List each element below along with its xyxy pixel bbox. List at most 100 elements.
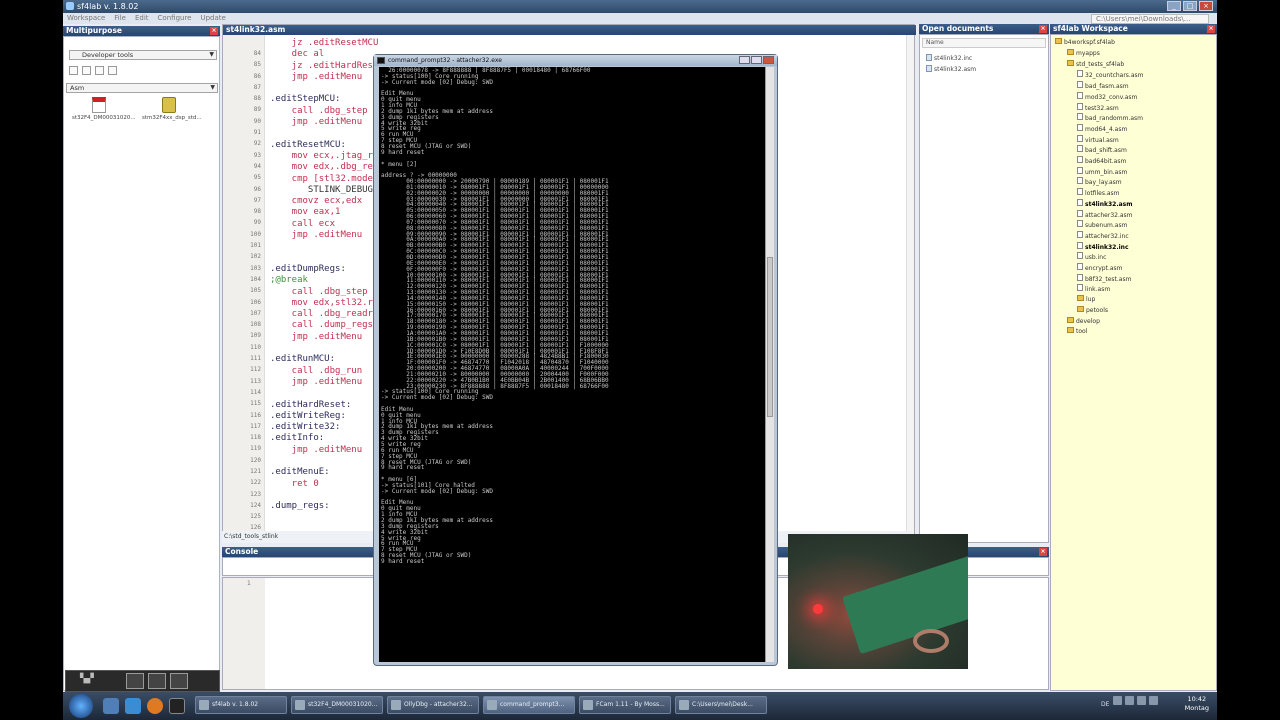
firefox-icon[interactable] xyxy=(147,698,163,714)
clock[interactable]: 10:42 Montag xyxy=(1185,695,1209,713)
tree-folder[interactable]: develop xyxy=(1067,316,1100,326)
tray-icon[interactable] xyxy=(1125,696,1134,705)
taskbar-button-label: sf4lab v. 1.8.02 xyxy=(212,701,259,708)
tree-file[interactable]: subenum.asm xyxy=(1077,220,1127,230)
tree-folder[interactable]: std_tests_sf4lab xyxy=(1067,59,1124,69)
terminal-output[interactable]: 26:00000078 -> 8F888888 | 8F8887F5 | 000… xyxy=(379,67,765,662)
taskbar-button-label: FCam 1.11 - By Moss... xyxy=(596,701,665,708)
tree-file[interactable]: st4link32.asm xyxy=(1077,198,1133,209)
volume-icon[interactable] xyxy=(1137,696,1146,705)
menu-workspace[interactable]: Workspace xyxy=(67,13,105,24)
tool-icon[interactable] xyxy=(82,66,91,75)
menu-configure[interactable]: Configure xyxy=(158,13,192,24)
tree-file[interactable]: attacher32.inc xyxy=(1077,230,1129,241)
tree-file[interactable]: 32_countchars.asm xyxy=(1077,70,1144,80)
thumbnail[interactable] xyxy=(170,673,188,689)
tool-icon[interactable] xyxy=(95,66,104,75)
tree-file[interactable]: bad_randomm.asm xyxy=(1077,113,1143,123)
tree-folder[interactable]: myapps xyxy=(1067,49,1100,58)
tree-file[interactable]: virtual.asm xyxy=(1077,134,1119,145)
tree-file[interactable]: bay_lay.asm xyxy=(1077,177,1122,187)
menu-edit[interactable]: Edit xyxy=(135,13,149,24)
tree-root[interactable]: b4workspf.sf4lab xyxy=(1055,38,1115,47)
tool-icon[interactable] xyxy=(108,66,117,75)
minimize-button[interactable] xyxy=(739,56,750,64)
close-button[interactable]: × xyxy=(1199,1,1213,11)
close-icon[interactable]: × xyxy=(1039,25,1047,33)
terminal-scrollbar[interactable] xyxy=(765,67,774,662)
thumbnail[interactable] xyxy=(148,673,166,689)
network-icon[interactable] xyxy=(1149,696,1158,705)
column-header-name[interactable]: Name xyxy=(922,38,1046,48)
menu-file[interactable]: File xyxy=(114,13,126,24)
tree-label: bay_lay.asm xyxy=(1085,179,1122,187)
close-icon[interactable]: × xyxy=(1207,25,1215,33)
open-documents-header: Open documents × xyxy=(919,24,1049,34)
file-item[interactable]: stm32F4xx_dsp_std... xyxy=(142,97,202,121)
taskbar-button[interactable]: sf4lab v. 1.8.02 xyxy=(195,696,287,714)
terminal-icon[interactable] xyxy=(169,698,185,714)
code-line: jz .editResetMCU xyxy=(270,38,379,48)
tree-file[interactable]: mod32_conv.asm xyxy=(1077,91,1137,102)
workspace-title: sf4lab Workspace xyxy=(1053,24,1128,33)
menu-update[interactable]: Update xyxy=(200,13,225,24)
tree-file[interactable]: attacher32.asm xyxy=(1077,209,1133,220)
workspace-header: sf4lab Workspace × xyxy=(1050,24,1217,34)
open-document-item[interactable]: st4link32.inc xyxy=(926,54,972,63)
line-number: 96 xyxy=(253,185,261,193)
start-button[interactable] xyxy=(69,694,93,718)
tree-file[interactable]: mod64_4.asm xyxy=(1077,123,1127,134)
taskbar-button[interactable]: command_prompt3... xyxy=(483,696,575,714)
tray-icon[interactable] xyxy=(1113,696,1122,705)
tree-file[interactable]: link.asm xyxy=(1077,284,1110,294)
tree-label: bad_fasm.asm xyxy=(1085,83,1129,91)
line-number: 100 xyxy=(250,230,261,238)
tree-folder[interactable]: tool xyxy=(1067,327,1087,336)
line-number: 91 xyxy=(253,129,261,137)
close-icon[interactable]: × xyxy=(1039,548,1047,556)
tree-file[interactable]: test32.asm xyxy=(1077,102,1119,113)
path-box[interactable]: C:\Users\mei\Downloads\... xyxy=(1091,14,1209,24)
language-indicator[interactable]: DE xyxy=(1101,701,1109,708)
close-button[interactable] xyxy=(763,56,774,64)
tree-file[interactable]: umm_bin.asm xyxy=(1077,166,1127,177)
tools-dropdown[interactable]: Developer tools ▼ xyxy=(69,50,217,60)
tree-file[interactable]: bad_fasm.asm xyxy=(1077,81,1129,91)
taskbar-button[interactable]: C:\Users\mei\Desk... xyxy=(675,696,767,714)
line-number: 116 xyxy=(250,411,261,419)
tree-label: bad_shift.asm xyxy=(1085,147,1127,155)
maximize-button[interactable] xyxy=(751,56,762,64)
maximize-button[interactable]: □ xyxy=(1183,1,1197,11)
tree-label: bad64bit.asm xyxy=(1085,158,1127,165)
tree-file[interactable]: bad_shift.asm xyxy=(1077,145,1127,155)
open-document-item[interactable]: st4link32.asm xyxy=(926,65,976,74)
taskbar-button[interactable]: OllyDbg - attacher32... xyxy=(387,696,479,714)
line-numbers: 84 85 86 87 88 89 90 91 92 93 94 95 96 97 98 99 100 101 10… xyxy=(223,48,261,545)
tree-file[interactable]: usb.inc xyxy=(1077,252,1106,262)
close-icon[interactable]: × xyxy=(210,27,218,35)
line-number: 86 xyxy=(253,72,261,80)
tree-file[interactable]: lotfiles.asm xyxy=(1077,188,1120,198)
editor-scrollbar[interactable] xyxy=(906,35,914,542)
scrollbar-thumb[interactable] xyxy=(767,257,773,417)
tree-folder[interactable]: petools xyxy=(1077,305,1108,315)
file-item[interactable]: st32F4_DM00031020... xyxy=(72,97,136,121)
tree-file[interactable]: bad64bit.asm xyxy=(1077,156,1126,166)
thumbnail-bar: ▚▞ xyxy=(65,670,220,692)
folder-icon xyxy=(1067,316,1074,323)
main-window-titlebar: sf4lab v. 1.8.02 _ □ × xyxy=(63,0,1217,13)
minimize-button[interactable]: _ xyxy=(1167,1,1181,11)
tree-folder[interactable]: lup xyxy=(1077,295,1095,304)
taskbar-button[interactable]: FCam 1.11 - By Moss... xyxy=(579,696,671,714)
explorer-icon[interactable] xyxy=(125,698,141,714)
tree-file[interactable]: st4link32.inc xyxy=(1077,241,1129,252)
editor-tab[interactable]: st4link32.asm xyxy=(223,25,916,35)
tree-file[interactable]: b8f32_test.asm xyxy=(1077,273,1131,284)
thumbnail[interactable] xyxy=(126,673,144,689)
tree-file[interactable]: encrypt.asm xyxy=(1077,263,1123,273)
taskbar-button[interactable]: st32F4_DM00031020... xyxy=(291,696,383,714)
folder-icon xyxy=(1067,59,1074,66)
tool-icon[interactable] xyxy=(69,66,78,75)
lang-dropdown[interactable]: Asm ▼ xyxy=(66,83,218,93)
desktop-icon[interactable] xyxy=(103,698,119,714)
